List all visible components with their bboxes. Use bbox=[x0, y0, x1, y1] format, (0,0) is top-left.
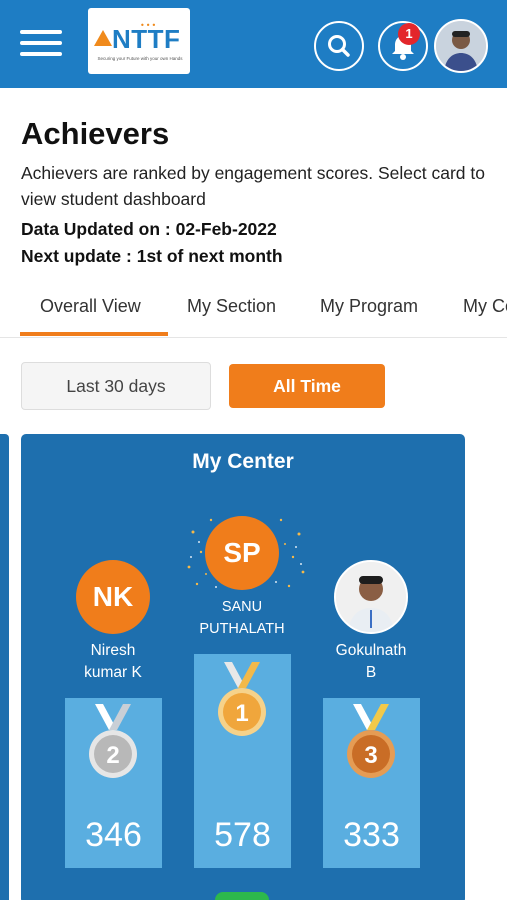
all-time-button[interactable]: All Time bbox=[229, 364, 385, 408]
svg-text:2: 2 bbox=[106, 742, 119, 769]
third-place-photo-icon bbox=[336, 562, 406, 632]
card-title: My Center bbox=[192, 450, 294, 473]
third-place-name-line2: B bbox=[365, 664, 377, 681]
first-place-pillar: 1 578 bbox=[194, 654, 291, 868]
third-place-pillar: 3 333 bbox=[323, 698, 420, 868]
second-place-avatar: NK bbox=[76, 560, 150, 634]
second-place-pillar: 2 346 bbox=[65, 698, 162, 868]
active-tab-indicator bbox=[20, 332, 168, 336]
tab-my-program[interactable]: My Program bbox=[320, 296, 418, 317]
view-more-handle[interactable] bbox=[215, 892, 269, 900]
page-title: Achievers bbox=[21, 116, 170, 151]
search-button[interactable] bbox=[314, 21, 364, 71]
tab-my-section[interactable]: My Section bbox=[187, 296, 276, 317]
nttf-logo[interactable]: ••• NTTF Securing your Future with your … bbox=[88, 8, 190, 74]
last-30-days-button[interactable]: Last 30 days bbox=[21, 362, 211, 410]
second-place-name-line1: Niresh bbox=[90, 642, 136, 659]
svg-text:1: 1 bbox=[235, 700, 248, 727]
logo-triangle-icon bbox=[94, 30, 112, 46]
my-center-card[interactable]: My Center SP SANU PUTHALATH NK Niresh ku… bbox=[21, 434, 465, 900]
tab-overall-view[interactable]: Overall View bbox=[40, 296, 141, 317]
page-description: Achievers are ranked by engagement score… bbox=[21, 163, 485, 209]
second-place-score: 346 bbox=[85, 816, 142, 854]
first-place-avatar: SP bbox=[205, 516, 279, 590]
third-place-name-line1: Gokulnath bbox=[335, 642, 407, 659]
top-app-bar: ••• NTTF Securing your Future with your … bbox=[0, 0, 507, 88]
silver-medal-icon: 2 bbox=[89, 704, 137, 778]
achievers-tabs: Overall View My Section My Program My Co bbox=[0, 286, 507, 338]
menu-icon[interactable] bbox=[20, 30, 64, 62]
next-update-text: Next update : 1st of next month bbox=[21, 246, 283, 266]
third-place-avatar bbox=[334, 560, 408, 634]
user-avatar[interactable] bbox=[434, 19, 488, 73]
tab-my-co[interactable]: My Co bbox=[463, 296, 507, 317]
avatar-photo-icon bbox=[436, 21, 486, 71]
first-place-score: 578 bbox=[214, 816, 271, 854]
first-place-name-line2: PUTHALATH bbox=[199, 621, 285, 637]
third-place-score: 333 bbox=[343, 816, 400, 854]
second-place-name-line2: kumar K bbox=[84, 664, 142, 681]
search-icon bbox=[328, 35, 350, 57]
logo-text: NTTF bbox=[112, 24, 181, 54]
svg-text:3: 3 bbox=[364, 742, 377, 769]
logo-tagline: Securing your Future with your own Hands bbox=[97, 56, 183, 61]
first-place-name-line1: SANU bbox=[221, 599, 263, 615]
bronze-medal-icon: 3 bbox=[347, 704, 395, 778]
gold-medal-icon: 1 bbox=[218, 662, 266, 736]
data-updated-text: Data Updated on : 02-Feb-2022 bbox=[21, 219, 277, 239]
notification-badge: 1 bbox=[398, 23, 420, 45]
previous-card-edge[interactable] bbox=[0, 434, 9, 900]
